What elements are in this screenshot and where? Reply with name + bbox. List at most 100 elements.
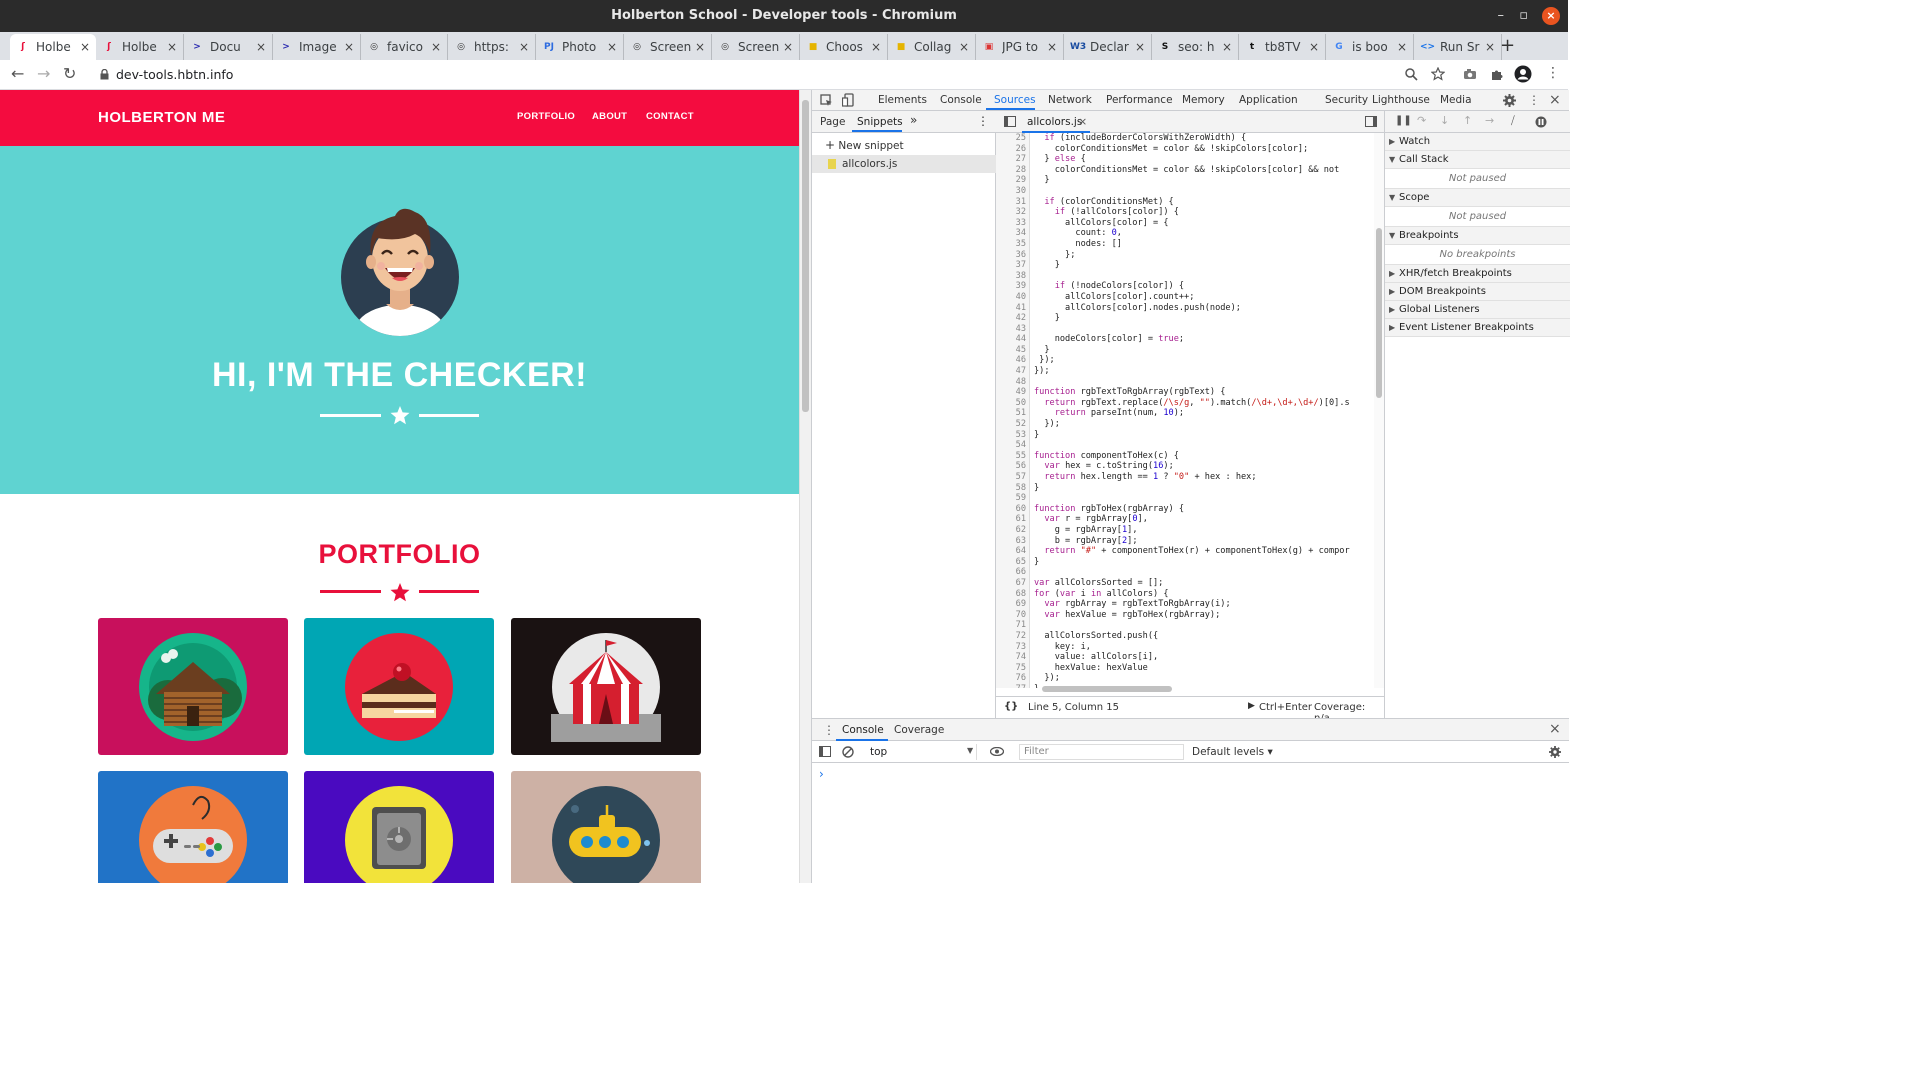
- nav-link-contact[interactable]: CONTACT: [646, 111, 694, 122]
- profile-avatar-icon[interactable]: [1514, 65, 1532, 83]
- devtools-tab-lighthouse[interactable]: Lighthouse: [1372, 94, 1430, 106]
- tab-close-icon[interactable]: ×: [519, 40, 529, 54]
- console-prompt[interactable]: ›: [819, 767, 824, 781]
- drawer-close-icon[interactable]: ×: [1549, 721, 1561, 737]
- line-number[interactable]: 30: [996, 186, 1029, 197]
- code-line[interactable]: var allColorsSorted = [];: [1034, 578, 1350, 589]
- code-line[interactable]: return rgbText.replace(/\s/g, "").match(…: [1034, 398, 1349, 409]
- more-tabs-icon[interactable]: »: [910, 113, 917, 127]
- new-snippet-button[interactable]: + New snippet: [825, 138, 904, 152]
- navigator-menu-icon[interactable]: ⋮: [977, 114, 989, 128]
- run-snippet-icon[interactable]: ▶: [1248, 701, 1255, 711]
- step-into-icon[interactable]: ↓: [1440, 114, 1449, 127]
- line-number[interactable]: 75: [996, 663, 1029, 674]
- code-line[interactable]: var rgbArray = rgbTextToRgbArray(i);: [1034, 599, 1350, 610]
- browser-tab[interactable]: > Docu ×: [184, 34, 273, 60]
- forward-button[interactable]: →: [37, 64, 50, 83]
- code-line[interactable]: nodeColors[color] = true;: [1034, 334, 1350, 345]
- code-line[interactable]: count: 0,: [1034, 228, 1350, 239]
- code-line[interactable]: return "#" + componentToHex(r) + compone…: [1034, 546, 1350, 557]
- editor-horizontal-scrollbar[interactable]: [1036, 685, 1368, 693]
- code-line[interactable]: });: [1034, 673, 1350, 684]
- line-number[interactable]: 71: [996, 620, 1029, 631]
- screenshot-extension-icon[interactable]: [1463, 68, 1477, 80]
- browser-tab[interactable]: Gis boo ×: [1326, 34, 1414, 60]
- editor-scroll-thumb[interactable]: [1376, 228, 1382, 398]
- browser-tab[interactable]: Sseo: h ×: [1152, 34, 1239, 60]
- line-number[interactable]: 70: [996, 610, 1029, 621]
- line-number[interactable]: 51: [996, 408, 1029, 419]
- browser-tab[interactable]: > Image ×: [273, 34, 361, 60]
- line-number[interactable]: 43: [996, 324, 1029, 335]
- toggle-navigator-icon[interactable]: [1004, 116, 1016, 127]
- line-number[interactable]: 66: [996, 567, 1029, 578]
- window-close-icon[interactable]: ×: [1542, 7, 1560, 25]
- code-line[interactable]: function rgbToHex(rgbArray) {: [1034, 504, 1350, 515]
- line-number[interactable]: 29: [996, 175, 1029, 186]
- bookmark-star-icon[interactable]: [1431, 67, 1445, 81]
- code-line[interactable]: return parseInt(num, 10);: [1034, 408, 1350, 419]
- line-number[interactable]: 34: [996, 228, 1029, 239]
- line-number[interactable]: 65: [996, 557, 1029, 568]
- code-line[interactable]: [1034, 620, 1350, 631]
- line-number[interactable]: 32: [996, 207, 1029, 218]
- code-line[interactable]: }: [1034, 430, 1350, 441]
- browser-tab[interactable]: t tb8TV ×: [1239, 34, 1326, 60]
- portfolio-card-game-controller[interactable]: [98, 771, 288, 883]
- page-scroll-thumb[interactable]: [802, 100, 809, 412]
- reload-button[interactable]: ↻: [63, 64, 76, 83]
- code-line[interactable]: return hex.length == 1 ? "0" + hex : hex…: [1034, 472, 1350, 483]
- log-levels-dropdown[interactable]: Default levels ▾: [1192, 746, 1273, 758]
- code-line[interactable]: });: [1034, 355, 1350, 366]
- line-number[interactable]: 36: [996, 250, 1029, 261]
- editor-vertical-scrollbar[interactable]: [1374, 133, 1384, 688]
- inspect-element-icon[interactable]: [820, 94, 833, 107]
- devtools-close-icon[interactable]: ×: [1549, 92, 1561, 108]
- code-line[interactable]: allColors[color] = {: [1034, 218, 1350, 229]
- site-brand[interactable]: HOLBERTON ME: [98, 109, 225, 126]
- line-number[interactable]: 69: [996, 599, 1029, 610]
- tab-close-icon[interactable]: ×: [1222, 40, 1232, 54]
- devtools-tab-console[interactable]: Console: [940, 94, 982, 106]
- code-line[interactable]: });: [1034, 419, 1350, 430]
- tab-close-icon[interactable]: ×: [256, 40, 266, 54]
- toggle-debugger-icon[interactable]: [1365, 116, 1377, 127]
- line-number[interactable]: 35: [996, 239, 1029, 250]
- debugger-section-watch[interactable]: ▶ Watch: [1385, 133, 1570, 151]
- page-scrollbar[interactable]: [799, 90, 811, 883]
- line-number[interactable]: 25: [996, 133, 1029, 144]
- devtools-more-options-icon[interactable]: ⋮: [1528, 93, 1540, 107]
- back-button[interactable]: ←: [11, 64, 24, 83]
- code-line[interactable]: allColors[color].count++;: [1034, 292, 1350, 303]
- debugger-section-event-listener-breakpoints[interactable]: ▶ Event Listener Breakpoints: [1385, 319, 1570, 337]
- line-number[interactable]: 38: [996, 271, 1029, 282]
- line-number[interactable]: 52: [996, 419, 1029, 430]
- tab-close-icon[interactable]: ×: [1047, 40, 1057, 54]
- browser-tab[interactable]: ʃ Holbe ×: [96, 34, 184, 60]
- portfolio-card-circus[interactable]: [511, 618, 701, 755]
- line-number[interactable]: 40: [996, 292, 1029, 303]
- code-line[interactable]: if (!nodeColors[color]) {: [1034, 281, 1350, 292]
- code-line[interactable]: } else {: [1034, 154, 1350, 165]
- line-number[interactable]: 76: [996, 673, 1029, 684]
- browser-tab[interactable]: ◎ favico ×: [361, 34, 448, 60]
- tab-close-icon[interactable]: ×: [1485, 40, 1495, 54]
- debugger-section-scope[interactable]: ▼ Scope: [1385, 189, 1570, 207]
- line-number[interactable]: 48: [996, 377, 1029, 388]
- line-number[interactable]: 50: [996, 398, 1029, 409]
- new-tab-button[interactable]: +: [1500, 35, 1515, 56]
- code-line[interactable]: };: [1034, 250, 1350, 261]
- portfolio-card-submarine[interactable]: [511, 771, 701, 883]
- tab-close-icon[interactable]: ×: [1309, 40, 1319, 54]
- browser-tab[interactable]: ◎ https: ×: [448, 34, 536, 60]
- pretty-print-button[interactable]: {}: [1004, 701, 1018, 712]
- code-line[interactable]: });: [1034, 366, 1350, 377]
- code-line[interactable]: key: i,: [1034, 642, 1350, 653]
- devtools-tab-sources[interactable]: Sources: [994, 94, 1036, 106]
- code-line[interactable]: colorConditionsMet = color && !skipColor…: [1034, 165, 1350, 176]
- tab-close-icon[interactable]: ×: [431, 40, 441, 54]
- line-number[interactable]: 57: [996, 472, 1029, 483]
- pause-on-exceptions-icon[interactable]: [1535, 116, 1547, 128]
- code-line[interactable]: var hex = c.toString(16);: [1034, 461, 1350, 472]
- code-line[interactable]: function componentToHex(c) {: [1034, 451, 1350, 462]
